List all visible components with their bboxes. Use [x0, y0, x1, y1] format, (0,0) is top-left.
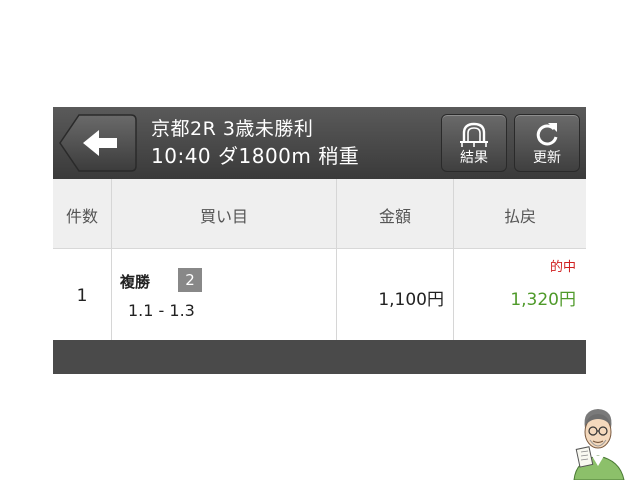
bet-result-panel: 京都2R 3歳未勝利 10:40 ダ1800m 稍重 結果 更新 件数 買い目 … [53, 107, 586, 374]
result-label: 結果 [460, 150, 488, 166]
table-row: 1 複勝 2 1.1 - 1.3 1,100円 的中 1,320円 [53, 249, 586, 340]
bet-number-badge: 2 [178, 268, 202, 292]
col-amount-header: 金額 [337, 179, 454, 248]
race-details: 10:40 ダ1800m 稍重 [151, 144, 360, 168]
result-button[interactable]: 結果 [441, 114, 507, 172]
race-header: 京都2R 3歳未勝利 10:40 ダ1800m 稍重 結果 更新 [53, 107, 586, 179]
refresh-button[interactable]: 更新 [514, 114, 580, 172]
footer-bar [53, 340, 586, 374]
table-header: 件数 買い目 金額 払戻 [53, 179, 586, 249]
bet-combination: 1.1 - 1.3 [128, 301, 195, 320]
col-bet-header: 買い目 [112, 179, 337, 248]
bet-count: 1 [76, 286, 88, 306]
bet-type: 複勝 [120, 273, 151, 291]
payout-amount: 1,320円 [510, 290, 576, 310]
refresh-icon [533, 120, 561, 152]
refresh-label: 更新 [533, 150, 561, 166]
race-info: 京都2R 3歳未勝利 10:40 ダ1800m 稍重 [151, 116, 359, 170]
arrow-left-icon [59, 114, 137, 172]
back-button[interactable] [59, 114, 137, 172]
horseshoe-icon [457, 120, 491, 152]
bet-amount: 1,100円 [378, 290, 444, 310]
hit-label: 的中 [549, 260, 576, 275]
race-name: 京都2R 3歳未勝利 [151, 118, 314, 140]
mascot-illustration [568, 404, 630, 481]
col-payout-header: 払戻 [503, 207, 536, 226]
col-count-header: 件数 [53, 179, 112, 248]
